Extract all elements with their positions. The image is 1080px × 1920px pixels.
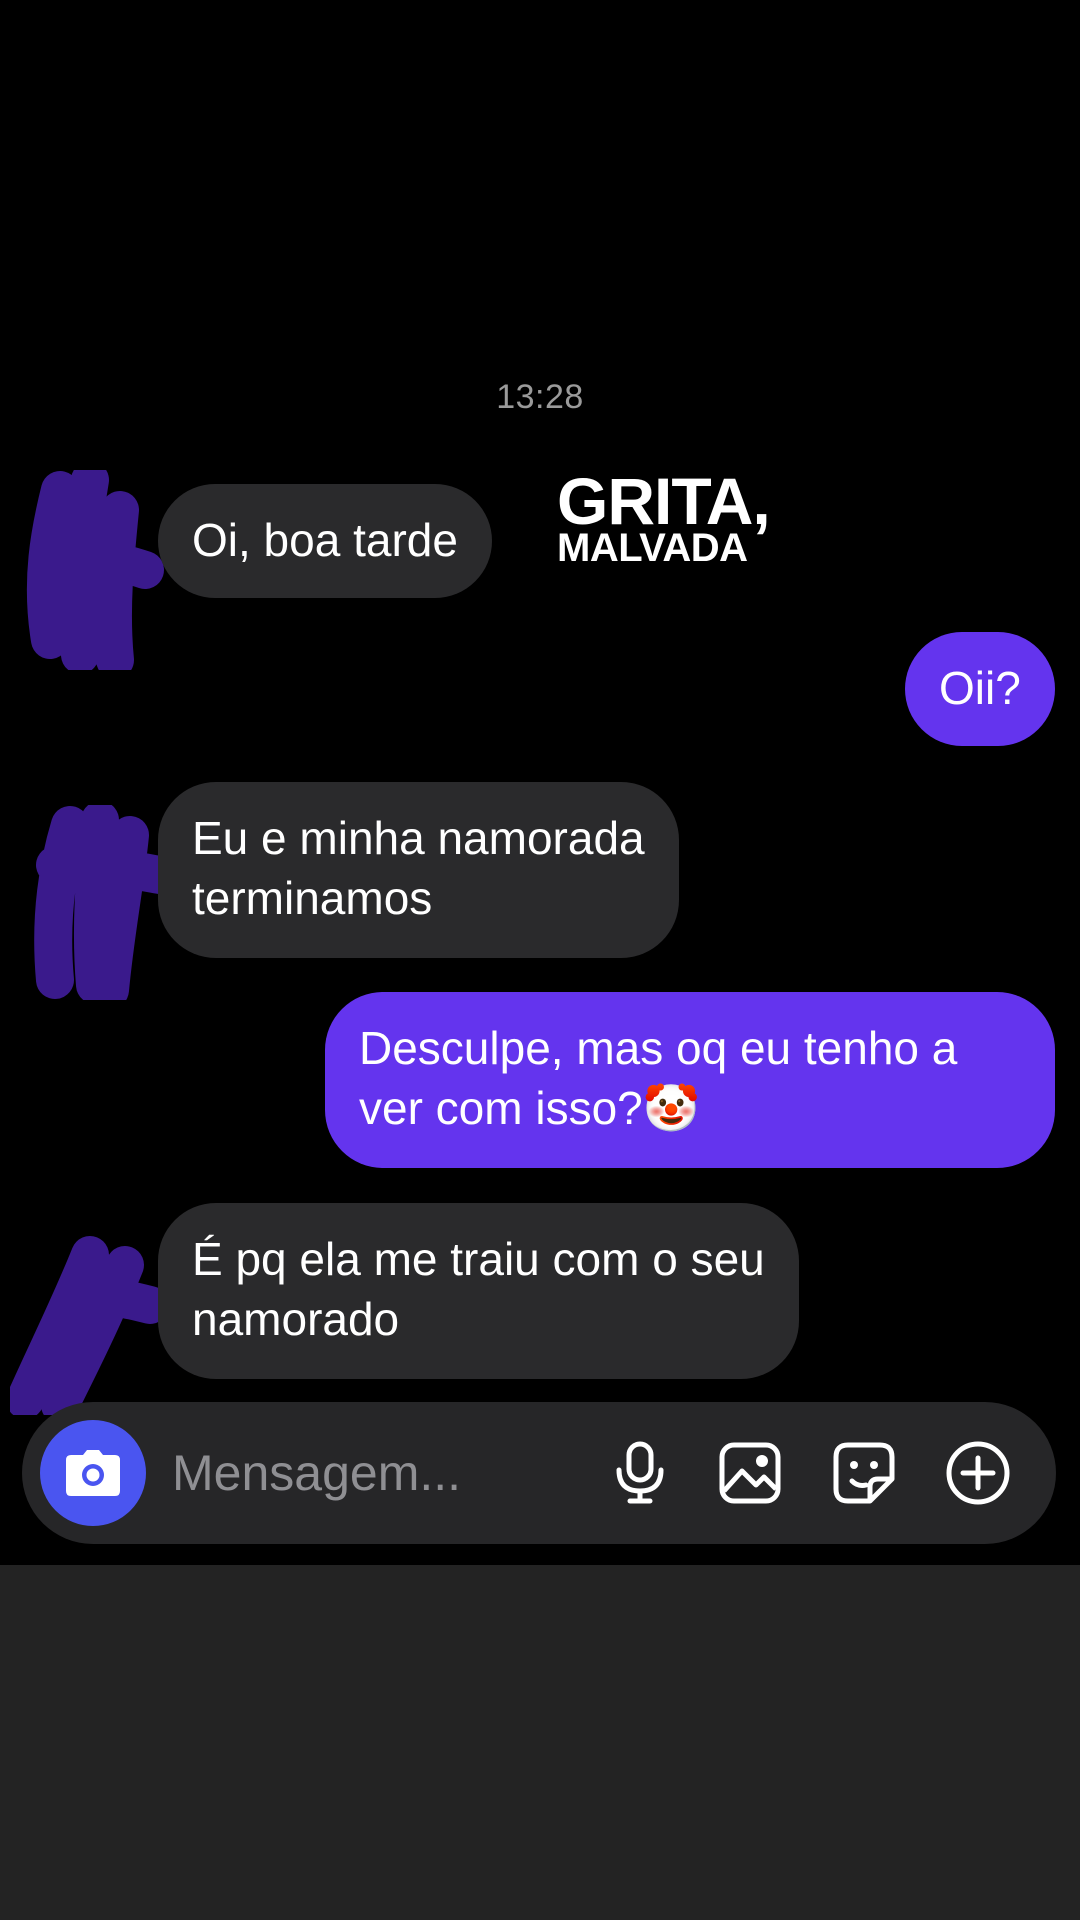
chat-screen: 13:28 Oi, boa tarde GRITA, MALVADA Oii? …	[0, 0, 1080, 1920]
message-composer	[22, 1402, 1056, 1544]
gallery-button[interactable]	[715, 1438, 785, 1508]
message-text: terminamos	[192, 872, 433, 924]
add-button[interactable]	[943, 1438, 1013, 1508]
sticker-button[interactable]	[829, 1438, 899, 1508]
message-text: É pq ela me traiu com o seu	[192, 1233, 765, 1285]
message-text: ver com isso?🤡	[359, 1082, 701, 1134]
microphone-button[interactable]	[605, 1438, 675, 1508]
message-bubble-incoming[interactable]: Eu e minha namorada terminamos	[158, 782, 679, 958]
watermark-line-1: GRITA,	[557, 464, 771, 538]
message-text: namorado	[192, 1293, 400, 1345]
message-text: Oi, boa tarde	[192, 514, 458, 566]
gallery-icon	[719, 1442, 781, 1504]
camera-button[interactable]	[40, 1420, 146, 1526]
watermark-line-2: MALVADA	[557, 526, 748, 570]
avatar-scribble	[26, 470, 164, 670]
message-bubble-incoming[interactable]: É pq ela me traiu com o seu namorado	[158, 1203, 799, 1379]
add-circle-icon	[946, 1441, 1010, 1505]
message-text: Desculpe, mas oq eu tenho a	[359, 1022, 958, 1074]
avatar-scribble	[34, 805, 170, 1000]
message-bubble-incoming[interactable]: Oi, boa tarde	[158, 484, 492, 598]
camera-icon	[66, 1450, 120, 1496]
message-timestamp: 13:28	[496, 378, 584, 416]
watermark: GRITA, MALVADA	[557, 464, 771, 570]
avatar-scribble	[10, 1236, 160, 1415]
microphone-icon	[616, 1441, 664, 1504]
message-input[interactable]	[172, 1440, 612, 1506]
message-bubble-outgoing[interactable]: Desculpe, mas oq eu tenho a ver com isso…	[325, 992, 1055, 1168]
message-text: Oii?	[939, 662, 1021, 714]
sticker-icon	[833, 1442, 895, 1504]
message-bubble-outgoing[interactable]: Oii?	[905, 632, 1055, 746]
message-text: Eu e minha namorada	[192, 812, 645, 864]
bottom-area	[0, 1565, 1080, 1920]
